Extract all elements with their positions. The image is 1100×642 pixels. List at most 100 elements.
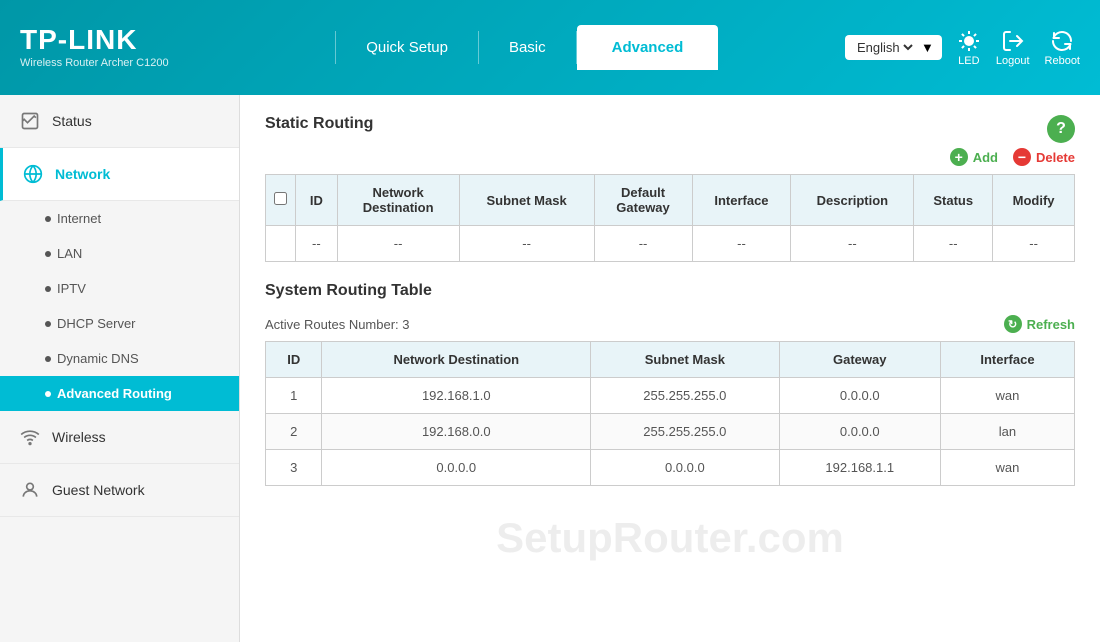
table-cell: 3 (266, 450, 322, 486)
col-description: Description (791, 175, 914, 226)
table-cell: 192.168.1.0 (322, 378, 591, 414)
sidebar-advanced-routing-label: Advanced Routing (57, 386, 172, 401)
logo-text: TP-LINK (20, 26, 169, 54)
table-cell: 255.255.255.0 (591, 378, 780, 414)
cell-id: -- (296, 226, 338, 262)
reboot-label: Reboot (1045, 55, 1080, 67)
sidebar-ddns-label: Dynamic DNS (57, 351, 139, 366)
chevron-down-icon: ▼ (921, 40, 934, 55)
active-routes-value: 3 (402, 317, 409, 332)
add-button[interactable]: + Add (950, 148, 998, 166)
table-row: 1192.168.1.0255.255.255.00.0.0.0wan (266, 378, 1075, 414)
delete-icon: − (1013, 148, 1031, 166)
header: TP-LINK Wireless Router Archer C1200 Qui… (0, 0, 1100, 95)
sidebar-network-label: Network (55, 166, 110, 182)
col-network-dest: NetworkDestination (337, 175, 459, 226)
sidebar-item-status[interactable]: Status (0, 95, 239, 148)
content-area: ? Static Routing + Add − Delete ID Netwo… (240, 95, 1100, 642)
col-id: ID (296, 175, 338, 226)
table-row: 30.0.0.00.0.0.0192.168.1.1wan (266, 450, 1075, 486)
bullet-icon (45, 391, 51, 397)
sys-col-net-dest: Network Destination (322, 342, 591, 378)
nav-advanced[interactable]: Advanced (577, 25, 719, 70)
nav-basic[interactable]: Basic (479, 31, 577, 64)
col-default-gw: DefaultGateway (594, 175, 692, 226)
col-modify: Modify (993, 175, 1075, 226)
sidebar-sub-advanced-routing[interactable]: Advanced Routing (0, 376, 239, 411)
table-row: -- -- -- -- -- -- -- -- (266, 226, 1075, 262)
refresh-label: Refresh (1027, 317, 1075, 332)
col-status: Status (914, 175, 993, 226)
sidebar-sub-lan[interactable]: LAN (0, 236, 239, 271)
table-cell: lan (940, 414, 1074, 450)
network-icon (23, 164, 43, 184)
col-checkbox (266, 175, 296, 226)
static-routing-actions: + Add − Delete (265, 148, 1075, 166)
add-icon: + (950, 148, 968, 166)
active-routes-info: Active Routes Number: 3 (265, 317, 410, 332)
system-routing-table: ID Network Destination Subnet Mask Gatew… (265, 341, 1075, 486)
sidebar-item-guest[interactable]: Guest Network (0, 464, 239, 517)
cell-iface: -- (692, 226, 791, 262)
main-layout: Status Network Internet LAN IPTV DHCP Se… (0, 95, 1100, 642)
static-routing-title: Static Routing (265, 115, 1075, 133)
sidebar-wireless-label: Wireless (52, 429, 106, 445)
guest-icon (20, 480, 40, 500)
sidebar: Status Network Internet LAN IPTV DHCP Se… (0, 95, 240, 642)
table-cell: 0.0.0.0 (779, 378, 940, 414)
table-cell: 1 (266, 378, 322, 414)
led-label: LED (958, 55, 979, 67)
sidebar-item-wireless[interactable]: Wireless (0, 411, 239, 464)
table-cell: wan (940, 378, 1074, 414)
led-icon (957, 29, 981, 53)
cell-gw: -- (594, 226, 692, 262)
nav-links: Quick Setup Basic Advanced (209, 25, 845, 70)
sidebar-sub-internet[interactable]: Internet (0, 201, 239, 236)
col-subnet-mask: Subnet Mask (459, 175, 594, 226)
sidebar-sub-iptv[interactable]: IPTV (0, 271, 239, 306)
language-dropdown[interactable]: English (853, 39, 916, 56)
cell-checkbox (266, 226, 296, 262)
sys-col-subnet: Subnet Mask (591, 342, 780, 378)
sys-col-iface: Interface (940, 342, 1074, 378)
delete-label: Delete (1036, 150, 1075, 165)
cell-net-dest: -- (337, 226, 459, 262)
table-cell: 2 (266, 414, 322, 450)
bullet-icon (45, 356, 51, 362)
table-row: 2192.168.0.0255.255.255.00.0.0.0lan (266, 414, 1075, 450)
cell-modify: -- (993, 226, 1075, 262)
logout-label: Logout (996, 55, 1030, 67)
bullet-icon (45, 216, 51, 222)
table-cell: 0.0.0.0 (779, 414, 940, 450)
sidebar-item-network[interactable]: Network (0, 148, 239, 201)
bullet-icon (45, 321, 51, 327)
table-cell: 0.0.0.0 (591, 450, 780, 486)
delete-button[interactable]: − Delete (1013, 148, 1075, 166)
system-routing-title: System Routing Table (265, 282, 1075, 300)
sidebar-dhcp-label: DHCP Server (57, 316, 136, 331)
active-routes-label: Active Routes Number: (265, 317, 399, 332)
wireless-icon (20, 427, 40, 447)
add-label: Add (973, 150, 998, 165)
table-cell: 255.255.255.0 (591, 414, 780, 450)
sys-col-id: ID (266, 342, 322, 378)
select-all-checkbox[interactable] (274, 192, 287, 205)
cell-subnet: -- (459, 226, 594, 262)
col-interface: Interface (692, 175, 791, 226)
sidebar-sub-ddns[interactable]: Dynamic DNS (0, 341, 239, 376)
static-routing-table: ID NetworkDestination Subnet Mask Defaul… (265, 174, 1075, 262)
table-cell: 192.168.0.0 (322, 414, 591, 450)
refresh-button[interactable]: ↻ Refresh (1004, 315, 1075, 333)
led-button[interactable]: LED (957, 29, 981, 67)
logout-button[interactable]: Logout (996, 29, 1030, 67)
sidebar-lan-label: LAN (57, 246, 82, 261)
sidebar-sub-dhcp[interactable]: DHCP Server (0, 306, 239, 341)
watermark: SetupRouter.com (496, 514, 844, 562)
table-cell: wan (940, 450, 1074, 486)
reboot-button[interactable]: Reboot (1045, 29, 1080, 67)
sidebar-internet-label: Internet (57, 211, 101, 226)
language-selector[interactable]: English ▼ (845, 35, 942, 60)
nav-quick-setup[interactable]: Quick Setup (335, 31, 479, 64)
help-button[interactable]: ? (1047, 115, 1075, 143)
table-cell: 192.168.1.1 (779, 450, 940, 486)
